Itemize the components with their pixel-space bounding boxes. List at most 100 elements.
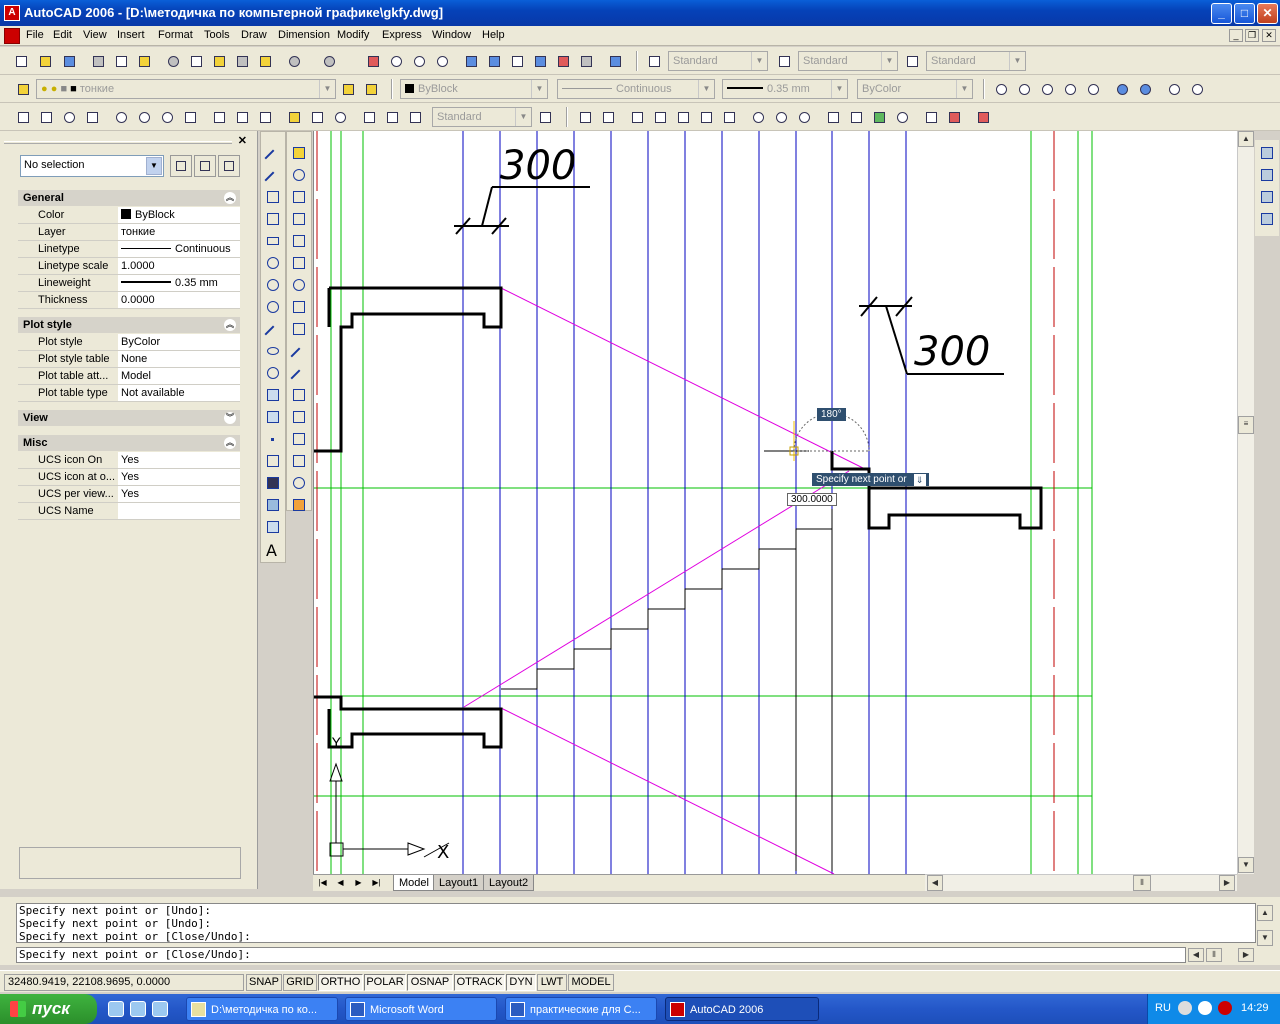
- cmd-scroll-left-icon[interactable]: ◀: [1188, 948, 1204, 962]
- autocad-app-icon[interactable]: A: [4, 5, 20, 21]
- sheet-set-icon[interactable]: [531, 52, 549, 70]
- tab-layout2[interactable]: Layout2: [483, 875, 535, 891]
- polar-toggle[interactable]: POLAR: [364, 974, 406, 991]
- zoom-dynamic-icon[interactable]: [1015, 80, 1033, 98]
- scale-icon[interactable]: [290, 298, 308, 316]
- color-select[interactable]: ByBlock ▼: [400, 79, 548, 99]
- snap-insert-icon[interactable]: [870, 108, 888, 126]
- layer-previous-icon[interactable]: [362, 80, 380, 98]
- break-at-point-icon[interactable]: [290, 386, 308, 404]
- ie-icon[interactable]: [108, 1001, 124, 1017]
- tool-palettes-icon[interactable]: [508, 52, 526, 70]
- menu-insert[interactable]: Insert: [117, 29, 145, 41]
- table-style-icon[interactable]: [903, 52, 921, 70]
- zoom-window-icon[interactable]: [992, 80, 1010, 98]
- task-explorer[interactable]: D:\методичка по ко...: [186, 997, 338, 1021]
- start-button[interactable]: пуск: [0, 994, 97, 1024]
- snap-extension-icon[interactable]: [720, 108, 738, 126]
- show-desktop-icon[interactable]: [152, 1001, 168, 1017]
- menu-dimension[interactable]: Dimension: [278, 29, 330, 41]
- extend-icon[interactable]: [290, 364, 308, 387]
- radius-dim-icon[interactable]: [112, 108, 130, 126]
- markup-icon[interactable]: [554, 52, 572, 70]
- snap-perpendicular-icon[interactable]: [824, 108, 842, 126]
- menu-modify[interactable]: Modify: [337, 29, 369, 41]
- copy-icon[interactable]: [187, 52, 205, 70]
- task-word[interactable]: Microsoft Word: [345, 997, 497, 1021]
- zoom-window-icon[interactable]: [410, 52, 428, 70]
- quick-leader-icon[interactable]: [285, 108, 303, 126]
- explode-icon[interactable]: [290, 496, 308, 514]
- stretch-icon[interactable]: [290, 320, 308, 338]
- doc-close-button[interactable]: ✕: [1262, 29, 1276, 42]
- prop-row-thickness[interactable]: Thickness 0.0000: [18, 292, 240, 309]
- menu-express[interactable]: Express: [382, 29, 422, 41]
- continue-dim-icon[interactable]: [256, 108, 274, 126]
- menu-help[interactable]: Help: [482, 29, 505, 41]
- polyline-icon[interactable]: [264, 188, 282, 206]
- arc-icon[interactable]: [264, 254, 282, 272]
- prop-row-lineweight[interactable]: Lineweight 0.35 mm: [18, 275, 240, 292]
- match-properties-icon[interactable]: [233, 52, 251, 70]
- plot-icon[interactable]: [89, 52, 107, 70]
- model-toggle[interactable]: MODEL: [568, 974, 614, 991]
- scroll-right-icon[interactable]: ▶: [1219, 875, 1235, 891]
- lineweight-select[interactable]: 0.35 mm ▼: [722, 79, 848, 99]
- menu-window[interactable]: Window: [432, 29, 471, 41]
- prop-row-linetype[interactable]: Linetype Continuous: [18, 241, 240, 258]
- angular-dim-icon[interactable]: [181, 108, 199, 126]
- block-editor-icon[interactable]: [256, 52, 274, 70]
- calculator-icon[interactable]: [577, 52, 595, 70]
- bring-to-front-icon[interactable]: [1258, 144, 1276, 162]
- scroll-thumb[interactable]: ≡: [1238, 416, 1254, 434]
- osnap-toggle[interactable]: OSNAP: [407, 974, 453, 991]
- cut-icon[interactable]: [164, 52, 182, 70]
- tolerance-icon[interactable]: [308, 108, 326, 126]
- lwt-toggle[interactable]: LWT: [537, 974, 567, 991]
- snap-settings-icon[interactable]: [945, 108, 963, 126]
- fillet-icon[interactable]: [290, 474, 308, 492]
- plot-preview-icon[interactable]: [112, 52, 130, 70]
- menu-view[interactable]: View: [83, 29, 107, 41]
- prop-row-ucs-icon-origin[interactable]: UCS icon at o... Yes: [18, 469, 240, 486]
- h-scroll-thumb[interactable]: ⦀: [1133, 875, 1151, 891]
- insert-block-icon[interactable]: [264, 386, 282, 404]
- zoom-center-icon[interactable]: [1061, 80, 1079, 98]
- send-to-back-icon[interactable]: [1258, 166, 1276, 184]
- region-icon[interactable]: [264, 496, 282, 514]
- rotate-icon[interactable]: [290, 276, 308, 294]
- make-block-icon[interactable]: [264, 408, 282, 426]
- construction-line-icon[interactable]: [264, 166, 282, 189]
- hatch-icon[interactable]: [264, 452, 282, 470]
- diameter-dim-icon[interactable]: [158, 108, 176, 126]
- array-icon[interactable]: [290, 232, 308, 250]
- last-tab-icon[interactable]: ▶|: [369, 876, 384, 890]
- snap-from-icon[interactable]: [599, 108, 617, 126]
- linetype-select[interactable]: Continuous ▼: [557, 79, 715, 99]
- antivirus-icon[interactable]: [1218, 1001, 1232, 1015]
- quick-select-button[interactable]: [218, 155, 240, 177]
- prop-row-layer[interactable]: Layer тонкие: [18, 224, 240, 241]
- tab-model[interactable]: Model: [393, 875, 435, 891]
- menu-edit[interactable]: Edit: [53, 29, 72, 41]
- network-icon[interactable]: [1178, 1001, 1192, 1015]
- erase-icon[interactable]: [290, 144, 308, 162]
- section-view[interactable]: View ︾: [18, 410, 240, 426]
- layer-select[interactable]: ● ● ■ ■ тонкие ▼: [36, 79, 336, 99]
- tab-layout1[interactable]: Layout1: [433, 875, 485, 891]
- history-scroll-up-icon[interactable]: ▲: [1257, 905, 1273, 921]
- task-word-doc[interactable]: практические для С...: [505, 997, 657, 1021]
- coordinates-readout[interactable]: 32480.9419, 22108.9695, 0.0000: [4, 974, 244, 991]
- prop-row-ucs-icon-on[interactable]: UCS icon On Yes: [18, 452, 240, 469]
- trim-icon[interactable]: [290, 342, 308, 365]
- options-down-arrow-icon[interactable]: ⇓: [913, 474, 926, 486]
- zoom-extents-icon[interactable]: [1188, 80, 1206, 98]
- bring-above-icon[interactable]: [1258, 188, 1276, 206]
- dim-text-edit-icon[interactable]: [383, 108, 401, 126]
- prop-row-color[interactable]: Color ByBlock: [18, 207, 240, 224]
- gradient-icon[interactable]: [264, 474, 282, 492]
- snap-toggle[interactable]: SNAP: [246, 974, 282, 991]
- make-current-layer-icon[interactable]: [339, 80, 357, 98]
- dim-edit-icon[interactable]: [360, 108, 378, 126]
- history-scroll-down-icon[interactable]: ▼: [1257, 930, 1273, 946]
